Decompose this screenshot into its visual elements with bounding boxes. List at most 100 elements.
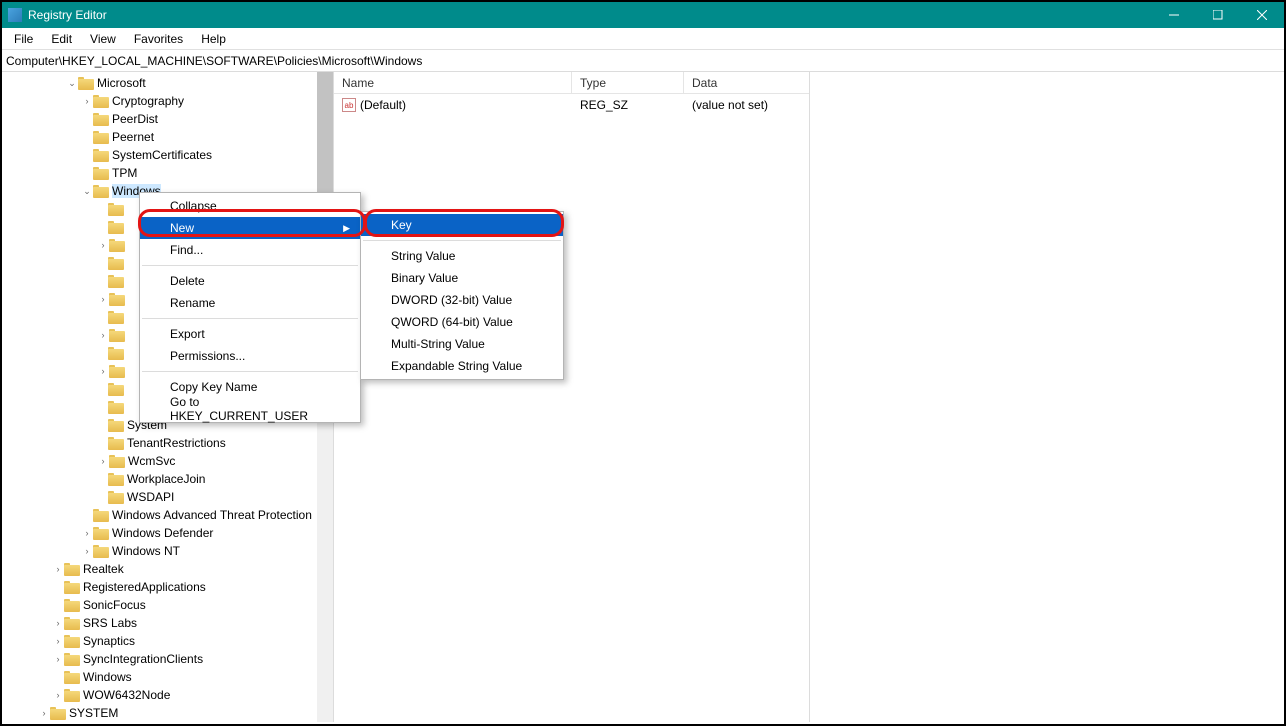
tree-sonic[interactable]: SonicFocus [83, 598, 146, 612]
ctx-new[interactable]: New▶ [140, 217, 360, 239]
folder-icon [64, 670, 80, 684]
list-header: Name Type Data [334, 72, 809, 94]
folder-icon [108, 436, 124, 450]
tree-sync[interactable]: SyncIntegrationClients [83, 652, 203, 666]
tree-cryptography[interactable]: Cryptography [112, 94, 184, 108]
submenu-arrow-icon: ▶ [343, 223, 350, 234]
folder-icon [108, 472, 124, 486]
folder-icon [93, 166, 109, 180]
menubar: File Edit View Favorites Help [2, 28, 1284, 50]
tree-windows2[interactable]: Windows [83, 670, 132, 684]
header-type[interactable]: Type [572, 72, 684, 93]
sub-multi[interactable]: Multi-String Value [361, 333, 563, 355]
folder-icon [64, 688, 80, 702]
tree-realtek[interactable]: Realtek [83, 562, 124, 576]
ctx-delete[interactable]: Delete [140, 270, 360, 292]
tree-workplace[interactable]: WorkplaceJoin [127, 472, 205, 486]
folder-icon [93, 184, 109, 198]
folder-icon [109, 238, 125, 252]
tree-wsdapi[interactable]: WSDAPI [127, 490, 174, 504]
folder-icon [108, 490, 124, 504]
tree-watp[interactable]: Windows Advanced Threat Protection [112, 508, 312, 522]
ctx-goto[interactable]: Go to HKEY_CURRENT_USER [140, 398, 360, 420]
menu-view[interactable]: View [82, 30, 124, 48]
folder-icon [93, 112, 109, 126]
folder-icon [108, 382, 124, 396]
maximize-button[interactable] [1196, 2, 1240, 28]
tree-systemcertificates[interactable]: SystemCertificates [112, 148, 212, 162]
ctx-permissions[interactable]: Permissions... [140, 345, 360, 367]
value-type: REG_SZ [572, 98, 684, 112]
folder-icon [64, 580, 80, 594]
new-submenu: Key String Value Binary Value DWORD (32-… [360, 211, 564, 380]
menu-favorites[interactable]: Favorites [126, 30, 191, 48]
folder-icon [64, 598, 80, 612]
tree-defender[interactable]: Windows Defender [112, 526, 213, 540]
folder-icon [109, 454, 125, 468]
folder-icon [93, 526, 109, 540]
folder-icon [93, 544, 109, 558]
folder-icon [108, 202, 124, 216]
tree-regapps[interactable]: RegisteredApplications [83, 580, 206, 594]
tree-wow64[interactable]: WOW6432Node [83, 688, 170, 702]
header-data[interactable]: Data [684, 72, 809, 93]
folder-icon [78, 76, 94, 90]
ctx-rename[interactable]: Rename [140, 292, 360, 314]
folder-icon [93, 94, 109, 108]
sub-key[interactable]: Key [361, 214, 563, 236]
folder-icon [108, 418, 124, 432]
tree-peernet[interactable]: Peernet [112, 130, 154, 144]
folder-icon [108, 256, 124, 270]
sub-dword[interactable]: DWORD (32-bit) Value [361, 289, 563, 311]
empty-panel [810, 72, 1285, 722]
value-data: (value not set) [684, 98, 809, 112]
tree-winnt[interactable]: Windows NT [112, 544, 180, 558]
tree-peerdist[interactable]: PeerDist [112, 112, 158, 126]
sub-qword[interactable]: QWORD (64-bit) Value [361, 311, 563, 333]
folder-icon [64, 562, 80, 576]
tree-wcmsvc[interactable]: WcmSvc [128, 454, 175, 468]
minimize-button[interactable] [1152, 2, 1196, 28]
ctx-find[interactable]: Find... [140, 239, 360, 261]
tree-microsoft[interactable]: Microsoft [97, 76, 146, 90]
folder-icon [108, 310, 124, 324]
folder-icon [93, 130, 109, 144]
tree-tenant[interactable]: TenantRestrictions [127, 436, 226, 450]
folder-icon [108, 346, 124, 360]
folder-icon [109, 328, 125, 342]
context-menu: Collapse New▶ Find... Delete Rename Expo… [139, 192, 361, 423]
sub-binary[interactable]: Binary Value [361, 267, 563, 289]
ctx-export[interactable]: Export [140, 323, 360, 345]
address-bar[interactable]: Computer\HKEY_LOCAL_MACHINE\SOFTWARE\Pol… [2, 50, 1284, 72]
menu-separator [142, 265, 358, 266]
tree-synaptics[interactable]: Synaptics [83, 634, 135, 648]
menu-separator [142, 318, 358, 319]
folder-icon [108, 274, 124, 288]
menu-edit[interactable]: Edit [43, 30, 80, 48]
folder-icon [108, 220, 124, 234]
string-value-icon: ab [342, 98, 356, 112]
tree-tpm[interactable]: TPM [112, 166, 137, 180]
address-text: Computer\HKEY_LOCAL_MACHINE\SOFTWARE\Pol… [6, 54, 422, 68]
close-button[interactable] [1240, 2, 1284, 28]
sub-expand[interactable]: Expandable String Value [361, 355, 563, 377]
window-title: Registry Editor [28, 8, 107, 22]
app-icon [8, 8, 22, 22]
folder-icon [109, 292, 125, 306]
menu-separator [142, 371, 358, 372]
header-name[interactable]: Name [334, 72, 572, 93]
folder-icon [93, 148, 109, 162]
folder-icon [109, 364, 125, 378]
folder-icon [64, 652, 80, 666]
menu-file[interactable]: File [6, 30, 41, 48]
ctx-collapse[interactable]: Collapse [140, 195, 360, 217]
value-name: (Default) [360, 98, 406, 112]
sub-string[interactable]: String Value [361, 245, 563, 267]
folder-icon [64, 616, 80, 630]
folder-icon [50, 706, 66, 720]
menu-help[interactable]: Help [193, 30, 234, 48]
list-row[interactable]: ab (Default) REG_SZ (value not set) [334, 94, 809, 116]
tree-systemhive[interactable]: SYSTEM [69, 706, 118, 720]
folder-icon [93, 508, 109, 522]
tree-srs[interactable]: SRS Labs [83, 616, 137, 630]
